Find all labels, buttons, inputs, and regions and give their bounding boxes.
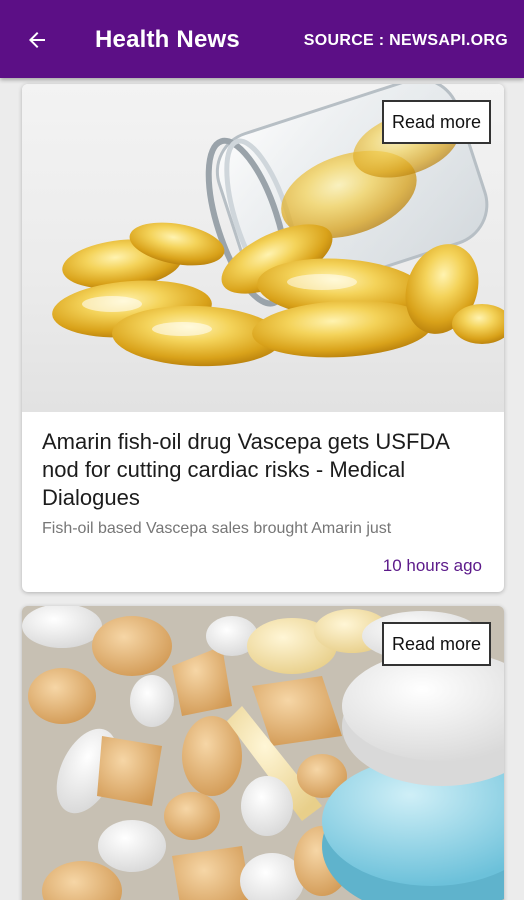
app-bar: Health News SOURCE : NEWSAPI.ORG <box>0 0 524 78</box>
news-card[interactable]: Read more Amarin fish-oil drug Vascepa g… <box>22 84 504 592</box>
source-label: SOURCE : NEWSAPI.ORG <box>303 32 508 49</box>
article-image: Read more <box>22 606 504 900</box>
read-more-button[interactable]: Read more <box>382 622 491 666</box>
back-button[interactable] <box>22 25 52 55</box>
news-feed[interactable]: Read more Amarin fish-oil drug Vascepa g… <box>0 78 524 900</box>
news-card[interactable]: Read more <box>22 606 504 900</box>
article-image: Read more <box>22 84 504 412</box>
article-body: Amarin fish-oil drug Vascepa gets USFDA … <box>22 412 504 538</box>
article-headline[interactable]: Amarin fish-oil drug Vascepa gets USFDA … <box>42 428 484 512</box>
arrow-left-icon <box>29 32 45 48</box>
page-title: Health News <box>95 26 240 53</box>
article-timestamp: 10 hours ago <box>382 556 482 575</box>
read-more-button[interactable]: Read more <box>382 100 491 144</box>
article-snippet: Fish-oil based Vascepa sales brought Ama… <box>42 520 392 537</box>
